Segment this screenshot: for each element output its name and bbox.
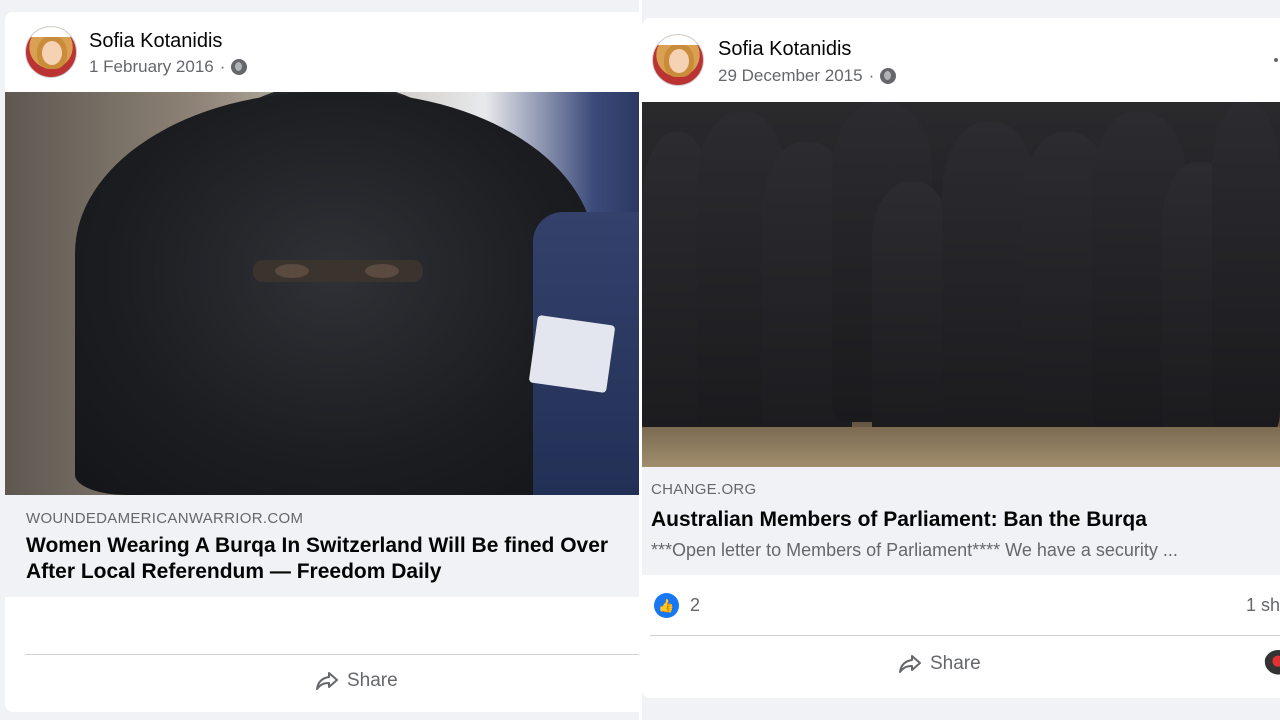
action-divider: [650, 635, 1280, 636]
share-label: Share: [347, 670, 398, 691]
share-label: Share: [930, 653, 981, 674]
share-count[interactable]: 1 sh: [1246, 595, 1280, 616]
commenter-avatar[interactable]: [1264, 650, 1280, 678]
share-button[interactable]: Share: [898, 653, 981, 675]
post-meta: 29 December 2015 ·: [718, 66, 897, 86]
post-card: Sofia Kotanidis 1 February 2016 · WOUNDE…: [5, 12, 639, 712]
author-avatar[interactable]: [652, 34, 704, 86]
author-name[interactable]: Sofia Kotanidis: [89, 30, 222, 53]
link-preview-image[interactable]: [642, 102, 1280, 467]
eye: [365, 264, 399, 278]
crowd-figure: [872, 182, 952, 452]
avatar-face: [669, 49, 689, 73]
avatar-banner: [26, 27, 76, 37]
like-count[interactable]: 2: [690, 595, 700, 616]
eye: [275, 264, 309, 278]
share-arrow-icon: [898, 654, 922, 674]
crowd-figure: [1212, 102, 1280, 432]
link-domain: CHANGE.ORG: [651, 481, 757, 498]
thumbs-up-icon[interactable]: 👍: [654, 593, 679, 618]
post-meta: 1 February 2016 ·: [89, 57, 248, 77]
more-options-icon[interactable]: [1274, 58, 1278, 62]
link-preview-image[interactable]: [5, 92, 639, 495]
post-date[interactable]: 29 December 2015: [718, 66, 863, 86]
avatar-face: [42, 41, 62, 65]
share-arrow-icon: [315, 671, 339, 691]
meta-separator: ·: [219, 57, 226, 76]
author-avatar[interactable]: [25, 26, 77, 78]
link-domain: WOUNDEDAMERICANWARRIOR.COM: [26, 510, 304, 527]
burqa-eye-slit: [253, 260, 423, 282]
globe-icon: [880, 68, 897, 84]
author-name[interactable]: Sofia Kotanidis: [718, 38, 851, 61]
post-header: Sofia Kotanidis 1 February 2016 ·: [5, 12, 639, 92]
meta-separator: ·: [868, 66, 875, 85]
share-button[interactable]: Share: [315, 670, 398, 692]
right-post-panel: Sofia Kotanidis 29 December 2015 · CHANG…: [642, 0, 1280, 720]
screenshot-collage: Sofia Kotanidis 1 February 2016 · WOUNDE…: [0, 0, 1280, 720]
ground: [642, 427, 1280, 467]
action-divider: [25, 654, 639, 655]
link-description: ***Open letter to Members of Parliament*…: [651, 540, 1178, 560]
link-title[interactable]: Women Wearing A Burqa In Switzerland Wil…: [26, 533, 639, 585]
globe-icon: [231, 59, 248, 75]
left-post-panel: Sofia Kotanidis 1 February 2016 · WOUNDE…: [0, 0, 639, 720]
link-preview[interactable]: CHANGE.ORG Australian Members of Parliam…: [642, 467, 1280, 575]
reactions-bar: 👍 2 1 sh: [642, 575, 1280, 635]
link-preview[interactable]: WOUNDEDAMERICANWARRIOR.COM Women Wearing…: [5, 495, 639, 597]
post-header: Sofia Kotanidis 29 December 2015 ·: [642, 18, 1280, 98]
link-title[interactable]: Australian Members of Parliament: Ban th…: [651, 507, 1271, 533]
police-patch: [528, 314, 616, 394]
avatar-banner: [653, 35, 703, 45]
post-card: Sofia Kotanidis 29 December 2015 · CHANG…: [642, 18, 1280, 698]
burqa-figure: [75, 92, 595, 495]
post-date[interactable]: 1 February 2016: [89, 57, 214, 77]
